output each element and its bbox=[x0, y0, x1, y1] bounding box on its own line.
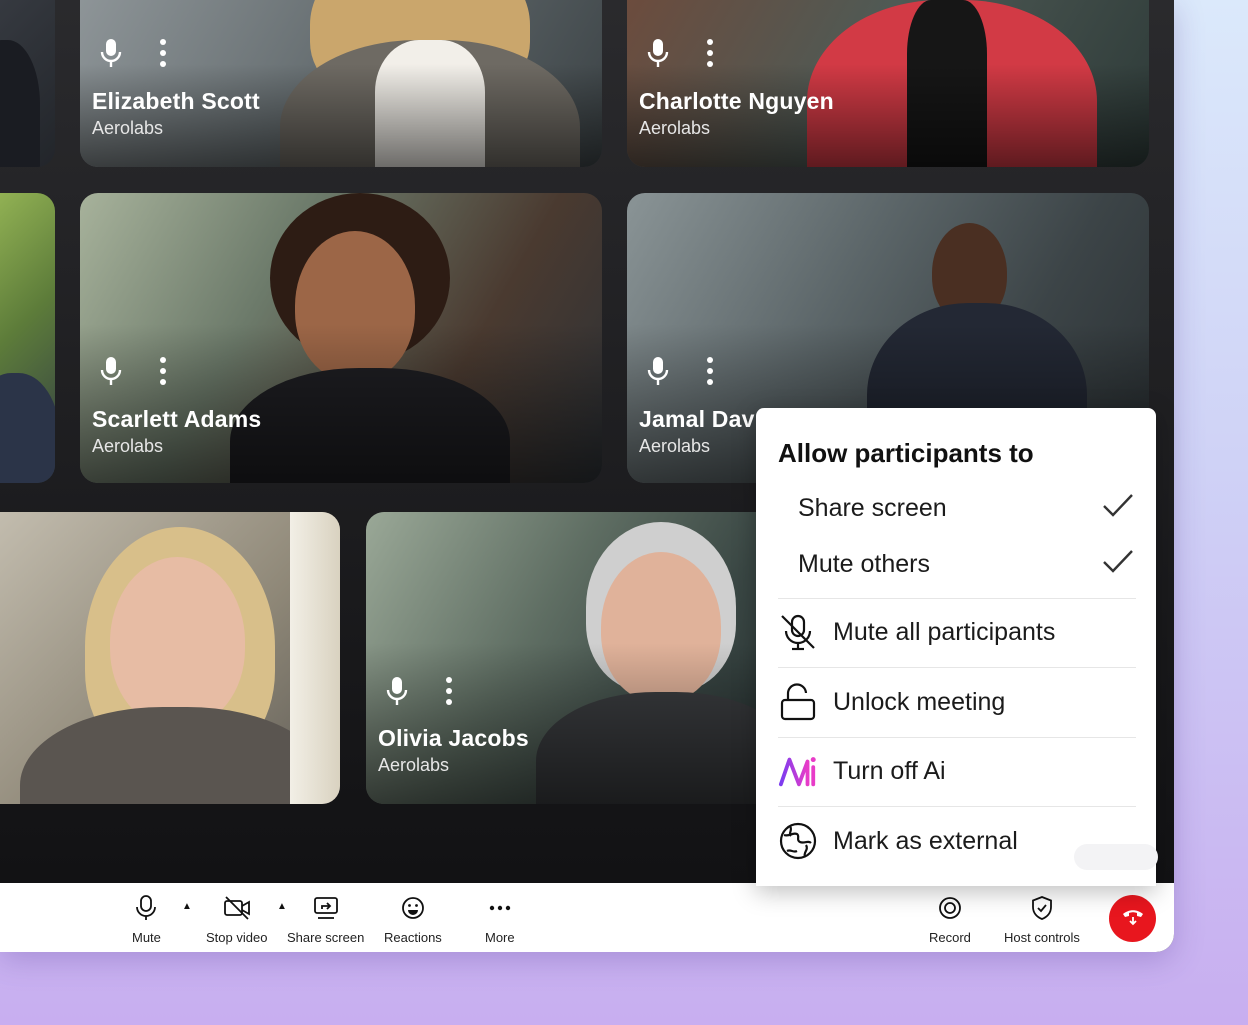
mute-all-participants-item[interactable]: Mute all participants bbox=[778, 610, 1138, 654]
smiley-icon bbox=[400, 895, 426, 926]
tile-controls bbox=[646, 38, 714, 68]
more-horizontal-icon bbox=[487, 895, 513, 926]
checkmark-icon bbox=[1102, 549, 1134, 580]
video-tile-elizabeth-scott[interactable]: Elizabeth Scott Aerolabs bbox=[80, 0, 602, 167]
stop-video-label: Stop video bbox=[206, 930, 268, 945]
unlock-icon bbox=[778, 682, 818, 722]
more-label: More bbox=[485, 930, 515, 945]
action-label: Unlock meeting bbox=[833, 687, 1006, 716]
video-tile-scarlett-adams[interactable]: Scarlett Adams Aerolabs bbox=[80, 193, 602, 483]
share-screen-button[interactable]: Share screen bbox=[287, 895, 364, 945]
participant-org: Aerolabs bbox=[639, 118, 711, 138]
video-tile-partial-2[interactable] bbox=[0, 193, 55, 483]
tile-controls bbox=[99, 38, 167, 68]
record-icon bbox=[937, 895, 963, 926]
participant-name: Olivia Jacobs bbox=[378, 725, 529, 751]
reactions-label: Reactions bbox=[384, 930, 442, 945]
meeting-toolbar: Mute ▲ Stop video ▲ Share screen Reactio… bbox=[0, 883, 1174, 952]
mute-label: Mute bbox=[132, 930, 161, 945]
participant-org: Aerolabs bbox=[92, 118, 164, 138]
permission-label: Share screen bbox=[798, 493, 947, 522]
globe-icon bbox=[778, 821, 818, 861]
unlock-meeting-item[interactable]: Unlock meeting bbox=[778, 680, 1138, 724]
video-off-icon bbox=[223, 895, 251, 926]
turn-off-ai-item[interactable]: Turn off Ai bbox=[778, 749, 1138, 793]
popover-title: Allow participants to bbox=[778, 438, 1034, 468]
participant-name: Jamal Dav bbox=[639, 406, 755, 432]
leave-meeting-button[interactable] bbox=[1109, 895, 1156, 942]
microphone-icon[interactable] bbox=[99, 38, 123, 68]
tile-controls bbox=[646, 356, 714, 386]
shield-check-icon bbox=[1029, 895, 1055, 926]
divider bbox=[778, 667, 1136, 668]
participant-org: Aerolabs bbox=[92, 436, 164, 456]
scroll-indicator bbox=[1074, 844, 1158, 870]
more-vertical-icon[interactable] bbox=[445, 676, 453, 706]
mic-off-icon bbox=[778, 612, 818, 652]
permission-mute-others[interactable]: Mute others bbox=[798, 544, 1134, 584]
more-vertical-icon[interactable] bbox=[706, 356, 714, 386]
divider bbox=[778, 598, 1136, 599]
video-tile-partial-3[interactable] bbox=[0, 512, 340, 804]
stop-video-button[interactable]: Stop video bbox=[206, 895, 267, 945]
permission-share-screen[interactable]: Share screen bbox=[798, 488, 1134, 528]
more-vertical-icon[interactable] bbox=[159, 38, 167, 68]
participant-org: Aerolabs bbox=[639, 436, 711, 456]
microphone-icon[interactable] bbox=[646, 38, 670, 68]
checkmark-icon bbox=[1102, 493, 1134, 524]
more-vertical-icon[interactable] bbox=[706, 38, 714, 68]
video-tile-olivia-jacobs[interactable]: Olivia Jacobs Aerolabs bbox=[366, 512, 786, 804]
participant-name: Scarlett Adams bbox=[92, 406, 262, 432]
host-controls-popover: Allow participants to Share screen Mute … bbox=[756, 408, 1158, 886]
microphone-icon bbox=[135, 895, 157, 926]
tile-controls bbox=[99, 356, 167, 386]
share-screen-label: Share screen bbox=[287, 930, 365, 945]
record-label: Record bbox=[929, 930, 971, 945]
permission-label: Mute others bbox=[798, 549, 931, 578]
microphone-icon[interactable] bbox=[99, 356, 123, 386]
action-label: Mark as external bbox=[833, 826, 1018, 855]
participant-org: Aerolabs bbox=[378, 755, 450, 775]
video-tile-partial-1[interactable] bbox=[0, 0, 55, 167]
more-vertical-icon[interactable] bbox=[159, 356, 167, 386]
microphone-icon[interactable] bbox=[385, 676, 409, 706]
record-button[interactable]: Record bbox=[929, 895, 971, 945]
video-options-caret-icon[interactable]: ▲ bbox=[277, 901, 287, 912]
ai-logo-icon bbox=[778, 751, 818, 791]
mute-options-caret-icon[interactable]: ▲ bbox=[182, 901, 192, 912]
action-label: Mute all participants bbox=[833, 617, 1056, 646]
video-tile-charlotte-nguyen[interactable]: Charlotte Nguyen Aerolabs bbox=[627, 0, 1149, 167]
microphone-icon[interactable] bbox=[646, 356, 670, 386]
divider bbox=[778, 806, 1136, 807]
share-screen-icon bbox=[313, 895, 339, 926]
phone-hangup-icon bbox=[1120, 905, 1146, 932]
participant-name: Elizabeth Scott bbox=[92, 88, 260, 114]
mute-button[interactable]: Mute bbox=[132, 895, 161, 945]
more-button[interactable]: More bbox=[485, 895, 515, 945]
host-controls-button[interactable]: Host controls bbox=[1004, 895, 1080, 945]
tile-controls bbox=[385, 676, 453, 706]
participant-name: Charlotte Nguyen bbox=[639, 88, 834, 114]
action-label: Turn off Ai bbox=[833, 756, 946, 785]
divider bbox=[778, 737, 1136, 738]
host-controls-label: Host controls bbox=[1004, 930, 1080, 945]
reactions-button[interactable]: Reactions bbox=[384, 895, 442, 945]
